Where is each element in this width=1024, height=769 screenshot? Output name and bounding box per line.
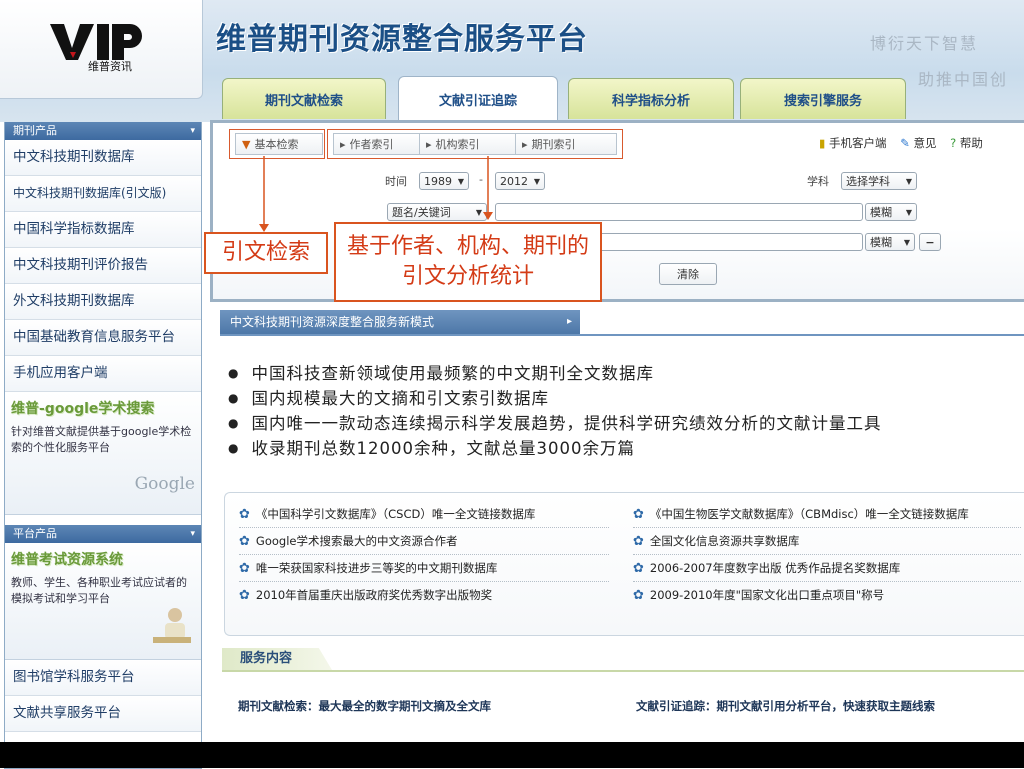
bottom-black-bar xyxy=(0,742,1024,768)
chevron-down-icon: ▾ xyxy=(190,529,195,539)
gear-icon: ✿ xyxy=(239,588,250,603)
award-item: ✿ 《中国科学引文数据库》（CSCD）唯一全文链接数据库 xyxy=(239,501,609,528)
google-promo-title: 维普-google学术搜索 xyxy=(11,401,155,417)
gear-icon: ✿ xyxy=(239,561,250,576)
awards-left-column: ✿ 《中国科学引文数据库》（CSCD）唯一全文链接数据库 ✿ Google学术搜索最… xyxy=(239,501,609,608)
exam-system-promo[interactable]: 维普考试资源系统 教师、学生、各种职业考试应试者的模拟考试和学习平台 xyxy=(5,543,201,660)
intro-bullet: 国内唯一一款动态连续揭示科学发展趋势，提供科学研究绩效分析的文献计量工具 xyxy=(228,410,881,434)
award-item: ✿ 2010年首届重庆出版政府奖优秀数字出版物奖 xyxy=(239,588,493,603)
sidebar-item-mobile-client[interactable]: 手机应用客户端 xyxy=(5,356,201,392)
awards-box: ✿ 《中国科学引文数据库》（CSCD）唯一全文链接数据库 ✿ Google学术搜索最… xyxy=(224,492,1024,636)
sidebar-section-platform-products[interactable]: 平台产品 ▾ xyxy=(5,525,201,543)
section-title: 平台产品 xyxy=(13,527,57,540)
intro-divider xyxy=(220,334,1024,336)
gear-icon: ✿ xyxy=(633,561,644,576)
award-item: ✿ Google学术搜索最大的中文资源合作者 xyxy=(239,528,609,555)
callout-citation-search: 引文检索 xyxy=(204,232,328,274)
google-logo: Google xyxy=(134,474,195,494)
intro-bullet: 国内规模最大的文摘和引文索引数据库 xyxy=(228,385,549,409)
award-item: ✿ 全国文化信息资源共享数据库 xyxy=(633,528,1021,555)
gear-icon: ✿ xyxy=(239,534,250,549)
service-section-title: 服务内容 xyxy=(222,648,332,670)
gear-icon: ✿ xyxy=(633,588,644,603)
service-item-journal-search[interactable]: 期刊文献检索：最大最全的数字期刊文摘及全文库 xyxy=(238,698,491,714)
intro-bullet: 收录期刊总数12000余种，文献总量3000余万篇 xyxy=(228,435,635,459)
student-illustration-icon xyxy=(153,608,191,643)
award-item: ✿ 《中国生物医学文献数据库》（CBMdisc）唯一全文链接数据库 xyxy=(633,501,1021,528)
intro-bullet: 中国科技查新领域使用最频繁的中文期刊全文数据库 xyxy=(228,360,654,384)
google-scholar-promo[interactable]: 维普-google学术搜索 针对维普文献提供基于google学术检索的个性化服务… xyxy=(5,392,201,515)
callout-citation-analysis: 基于作者、机构、期刊的引文分析统计 xyxy=(334,222,602,302)
sidebar-item-literature-share[interactable]: 文献共享服务平台 xyxy=(5,696,201,732)
award-item: ✿ 2006-2007年度数字出版 优秀作品提名奖数据库 xyxy=(633,555,1021,582)
gear-icon: ✿ xyxy=(239,507,250,522)
google-promo-desc: 针对维普文献提供基于google学术检索的个性化服务平台 xyxy=(11,425,192,454)
sidebar-item-jichu-jiaoyu[interactable]: 中国基础教育信息服务平台 xyxy=(5,320,201,356)
sidebar-item-library-subject[interactable]: 图书馆学科服务平台 xyxy=(5,660,201,696)
exam-promo-desc: 教师、学生、各种职业考试应试者的模拟考试和学习平台 xyxy=(11,576,187,605)
awards-right-column: ✿ 《中国生物医学文献数据库》（CBMdisc）唯一全文链接数据库 ✿ 全国文化信息… xyxy=(633,501,1021,608)
service-divider xyxy=(222,670,1024,672)
gear-icon: ✿ xyxy=(633,534,644,549)
award-item: ✿ 2009-2010年度"国家文化出口重点项目"称号 xyxy=(633,588,885,603)
award-item: ✿ 唯一荣获国家科技进步三等奖的中文期刊数据库 xyxy=(239,555,609,582)
intro-title-bar: 中文科技期刊资源深度整合服务新模式 xyxy=(220,310,580,334)
service-item-citation-tracking[interactable]: 文献引证追踪：期刊文献引用分析平台，快速获取主题线索 xyxy=(636,698,935,714)
gear-icon: ✿ xyxy=(633,507,644,522)
exam-promo-title: 维普考试资源系统 xyxy=(11,552,123,568)
